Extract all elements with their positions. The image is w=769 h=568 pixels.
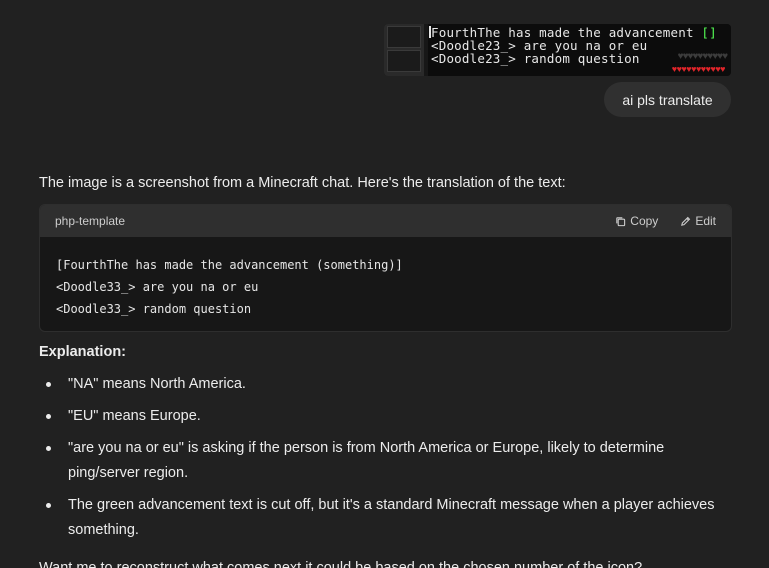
hotbar-slots [384, 24, 424, 76]
explanation-list: "NA" means North America. "EU" means Eur… [39, 372, 719, 550]
list-item: The green advancement text is cut off, b… [39, 493, 719, 543]
code-line: [FourthThe has made the advancement (som… [56, 258, 403, 272]
copy-label: Copy [630, 214, 659, 228]
minecraft-chat: FourthThe has made the advancement [] <D… [428, 24, 731, 76]
attached-screenshot[interactable]: FourthThe has made the advancement [] <D… [384, 24, 731, 76]
explanation-heading: Explanation: [39, 344, 127, 360]
code-header: php-template Copy Edit [40, 205, 731, 237]
bullet-icon [46, 503, 51, 508]
hotbar-slot [387, 26, 421, 48]
chat-page: FourthThe has made the advancement [] <D… [0, 0, 769, 568]
code-language-label: php-template [55, 214, 126, 228]
list-item: "NA" means North America. [39, 372, 719, 397]
user-message-bubble: ai pls translate [604, 82, 731, 117]
list-item: "EU" means Europe. [39, 404, 719, 429]
armor-icons: ♥♥♥♥♥♥♥♥♥♥ [677, 51, 728, 62]
code-line: <Doodle33_> random question [56, 302, 252, 316]
copy-icon [616, 216, 626, 226]
bullet-icon [46, 446, 51, 451]
assistant-intro-text: The image is a screenshot from a Minecra… [39, 175, 566, 191]
edit-label: Edit [695, 214, 716, 228]
bullet-icon [46, 414, 51, 419]
bullet-icon [46, 382, 51, 387]
code-line: <Doodle33_> are you na or eu [56, 280, 259, 294]
copy-button[interactable]: Copy [615, 214, 658, 228]
list-item: "are you na or eu" is asking if the pers… [39, 436, 719, 486]
code-block: php-template Copy Edit [FourthThe has ma… [39, 204, 732, 332]
code-content: [FourthThe has made the advancement (som… [40, 237, 731, 320]
truncated-followup-text: Want me to reconstruct what comes next i… [39, 560, 643, 568]
chat-line: <Doodle23_> random question [431, 51, 640, 66]
health-hearts-icon: ♥♥♥♥♥♥♥♥♥♥♥ [671, 64, 726, 74]
hotbar-slot [387, 50, 421, 72]
pencil-icon [681, 216, 691, 226]
edit-button[interactable]: Edit [680, 214, 716, 228]
